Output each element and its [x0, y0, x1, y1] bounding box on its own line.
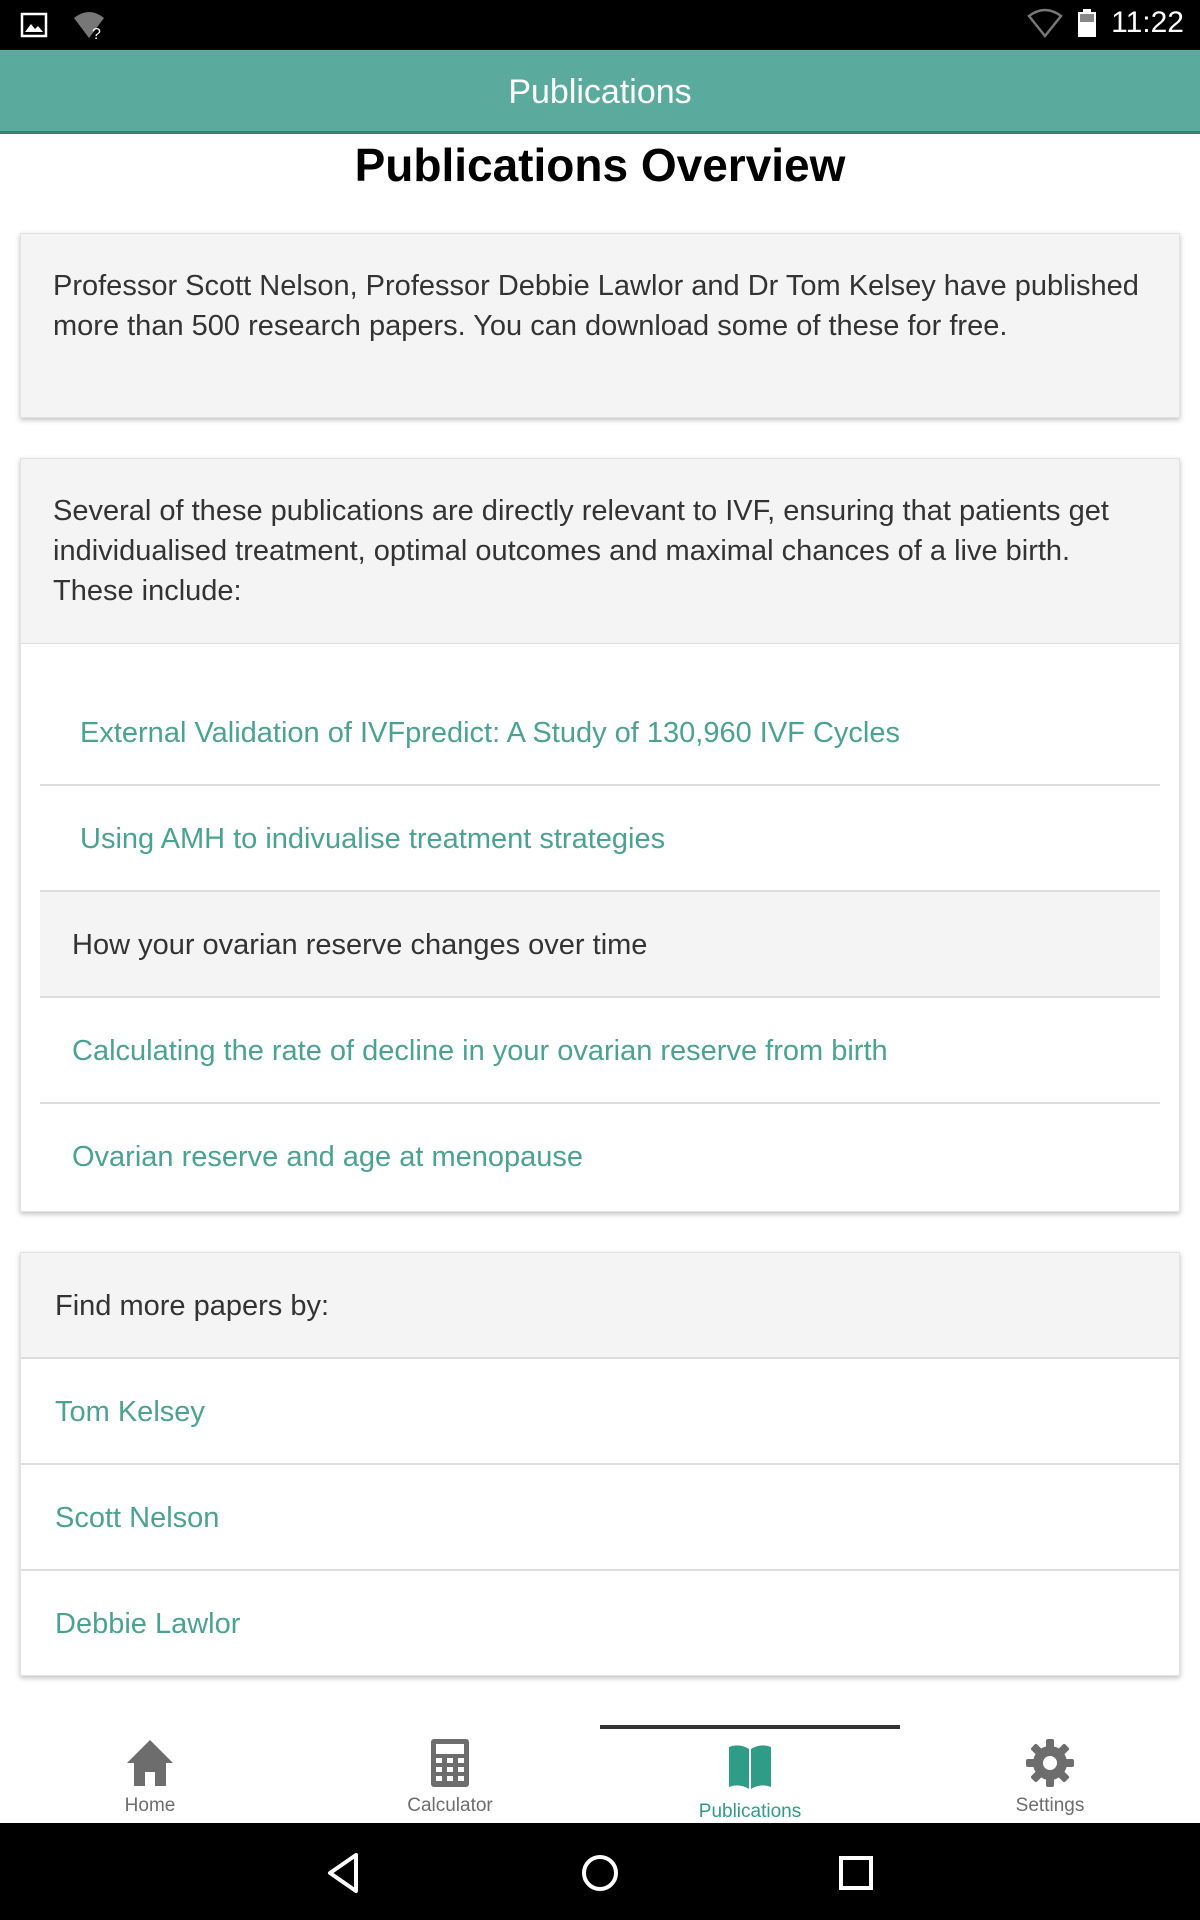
tab-publications-label: Publications	[698, 1801, 802, 1822]
tab-home-label: Home	[124, 1795, 176, 1816]
author-link-tom-kelsey[interactable]: Tom Kelsey	[21, 1359, 1179, 1465]
ivf-intro-text: Several of these publications are direct…	[53, 495, 1109, 607]
wifi-unknown-icon: ?	[74, 12, 104, 40]
wifi-icon	[1027, 8, 1063, 38]
back-icon[interactable]	[316, 1845, 372, 1901]
tab-publications[interactable]: Publications	[600, 1725, 900, 1823]
recents-icon[interactable]	[828, 1845, 884, 1901]
publication-item-ovarian-reserve-changes[interactable]: How your ovarian reserve changes over ti…	[40, 892, 1160, 998]
find-more-heading: Find more papers by:	[21, 1253, 1179, 1359]
tab-settings-label: Settings	[1015, 1795, 1085, 1816]
tab-home[interactable]: Home	[0, 1725, 300, 1823]
page-title: Publications Overview	[354, 139, 846, 191]
image-icon	[20, 12, 48, 38]
tab-calculator-label: Calculator	[407, 1795, 493, 1816]
intro-text: Professor Scott Nelson, Professor Debbie…	[53, 270, 1139, 342]
publication-link-ivfpredict[interactable]: External Validation of IVFpredict: A Stu…	[40, 680, 1160, 786]
home-icon	[127, 1740, 173, 1786]
intro-card: Professor Scott Nelson, Professor Debbie…	[20, 233, 1180, 418]
author-link-scott-nelson[interactable]: Scott Nelson	[21, 1465, 1179, 1571]
book-icon	[729, 1745, 771, 1789]
publication-link-amh[interactable]: Using AMH to indivualise treatment strat…	[40, 786, 1160, 892]
app-header: Publications	[0, 50, 1200, 134]
tab-settings[interactable]: Settings	[900, 1725, 1200, 1823]
publication-link-menopause[interactable]: Ovarian reserve and age at menopause	[40, 1104, 1160, 1210]
tab-calculator[interactable]: Calculator	[300, 1725, 600, 1823]
author-link-debbie-lawlor[interactable]: Debbie Lawlor	[21, 1571, 1179, 1677]
gear-icon	[1026, 1739, 1074, 1787]
status-bar: ? 11:22	[0, 0, 1200, 50]
ivf-intro-section: Several of these publications are direct…	[21, 459, 1179, 644]
bottom-tab-bar: Home Calculator Publications Settings	[0, 1725, 1200, 1823]
header-title: Publications	[508, 73, 692, 111]
publication-link-rate-of-decline[interactable]: Calculating the rate of decline in your …	[40, 998, 1160, 1104]
find-more-card: Find more papers by: Tom Kelsey Scott Ne…	[20, 1252, 1180, 1676]
home-button-icon[interactable]	[572, 1845, 628, 1901]
battery-icon	[1078, 9, 1097, 37]
svg-text:?: ?	[92, 26, 101, 40]
clock: 11:22	[1111, 6, 1184, 39]
system-nav-bar	[0, 1823, 1200, 1920]
calculator-icon	[431, 1739, 469, 1787]
